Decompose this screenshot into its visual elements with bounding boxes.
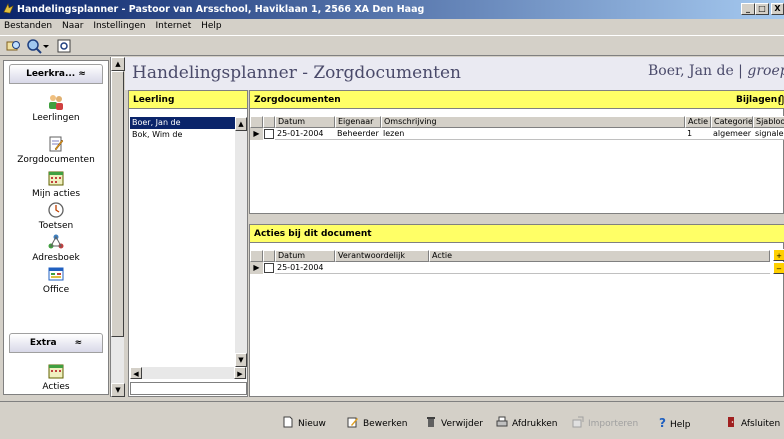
col-sjabloon[interactable]: Sjabloon <box>753 116 784 128</box>
page-title: Handelingsplanner - Zorgdocumenten <box>132 63 461 83</box>
door-exit-icon <box>728 417 734 427</box>
new-document-icon <box>283 416 293 428</box>
paperclip-icon[interactable] <box>777 95 784 105</box>
menu-naar[interactable]: Naar <box>62 21 83 31</box>
actie-omschrijving[interactable] <box>429 262 770 274</box>
col-categorie[interactable]: Categorie <box>711 116 753 128</box>
toolbar <box>0 35 784 56</box>
col-datum[interactable]: Datum <box>275 116 335 128</box>
report-icon[interactable] <box>56 38 72 54</box>
leerling-header: Leerling <box>129 91 247 109</box>
nav-office[interactable]: Office <box>4 265 108 295</box>
leerling-search-input[interactable] <box>130 382 247 395</box>
add-action-button[interactable]: + <box>773 249 784 261</box>
row-checkbox[interactable] <box>264 129 274 139</box>
scroll-down-button[interactable]: ▼ <box>111 383 125 397</box>
menu-help[interactable]: Help <box>201 21 222 31</box>
acties-pane: Acties bij dit document Datum Verantwoor… <box>249 224 784 397</box>
zorg-categorie[interactable]: algemeer <box>711 128 753 140</box>
navigation-scrollbar[interactable]: ▲ ▼ <box>110 57 125 397</box>
edit-button[interactable]: Bewerken <box>347 416 407 430</box>
nav-adresboek[interactable]: Adresboek <box>4 233 108 263</box>
title-bar: Handelingsplanner - Pastoor van Arsschoo… <box>0 0 784 19</box>
maximize-button[interactable]: □ <box>755 3 769 15</box>
leerling-pane: Leerling Boer, Jan de Bok, Wim de ▲ ▼ ◀ … <box>128 90 248 397</box>
scroll-up-button[interactable]: ▲ <box>111 57 125 71</box>
group-extra-header[interactable]: Extra ≈ <box>9 333 103 353</box>
edit-icon <box>347 417 358 428</box>
row-indicator: ▶ <box>250 262 263 274</box>
office-icon <box>48 267 64 281</box>
col-omschrijving[interactable]: Omschrijving <box>381 116 685 128</box>
acties-header: Acties bij dit document <box>250 225 784 243</box>
delete-button[interactable]: Verwijder <box>425 416 483 430</box>
page-header: Handelingsplanner - Zorgdocumenten Boer,… <box>125 57 784 90</box>
help-button[interactable]: ? Help <box>659 416 691 430</box>
navigation-pane: Leerkra... ≈ Leerlingen Zorgdocumenten M… <box>3 60 109 395</box>
import-button[interactable]: Importeren <box>572 416 638 430</box>
nav-leerlingen[interactable]: Leerlingen <box>4 93 108 123</box>
help-icon: ? <box>659 416 666 430</box>
col-verantwoordelijk[interactable]: Verantwoordelijk <box>335 250 429 262</box>
users-icon <box>49 95 63 110</box>
group-leerkracht-header[interactable]: Leerkra... ≈ <box>9 64 103 84</box>
document-edit-icon <box>49 136 64 152</box>
leerling-row[interactable]: Boer, Jan de <box>130 117 236 129</box>
button-bar: Nieuw Bewerken Verwijder Afdrukken Impor… <box>0 401 784 439</box>
row-checkbox[interactable] <box>264 263 274 273</box>
nav-acties[interactable]: Acties <box>4 362 108 392</box>
col-actie[interactable]: Actie <box>685 116 711 128</box>
actie-datum[interactable]: 25-01-2004 <box>275 262 335 274</box>
calendar-icon <box>48 171 64 186</box>
zorg-eigenaar[interactable]: Beheerder <box>335 128 381 140</box>
close-app-button[interactable]: Afsluiten <box>725 416 780 430</box>
nav-mijn-acties[interactable]: Mijn acties <box>4 169 108 199</box>
nav-toetsen[interactable]: Toetsen <box>4 201 108 231</box>
menu-bestanden[interactable]: Bestanden <box>4 21 52 31</box>
minimize-button[interactable]: _ <box>741 3 755 15</box>
clock-icon <box>48 202 64 218</box>
trash-icon <box>427 417 435 427</box>
search-icon[interactable] <box>6 38 22 54</box>
menu-bar: Bestanden Naar Instellingen Internet Hel… <box>0 19 784 34</box>
scroll-thumb[interactable] <box>111 71 124 337</box>
new-button[interactable]: Nieuw <box>282 416 326 430</box>
app-icon <box>3 3 14 14</box>
nav-zorgdocumenten[interactable]: Zorgdocumenten <box>4 135 108 165</box>
zorgdocumenten-header: Zorgdocumenten Bijlagen <box>250 91 784 109</box>
leerling-row[interactable]: Bok, Wim de <box>130 129 236 141</box>
zorg-omschrijving[interactable]: lezen <box>381 128 685 140</box>
menu-instellingen[interactable]: Instellingen <box>93 21 145 31</box>
window-title: Handelingsplanner - Pastoor van Arsschoo… <box>17 4 425 15</box>
zorg-actie[interactable]: 1 <box>685 128 711 140</box>
col-eigenaar[interactable]: Eigenaar <box>335 116 381 128</box>
print-button[interactable]: Afdrukken <box>496 416 557 430</box>
close-button[interactable]: X <box>771 3 784 15</box>
calendar-icon <box>48 364 64 379</box>
leerling-scrollbar[interactable]: ▲ ▼ <box>235 117 247 367</box>
zorgdocumenten-pane: Zorgdocumenten Bijlagen Datum Eigenaar Om… <box>249 90 784 214</box>
current-student: Boer, Jan de | groep 7 <box>648 63 784 79</box>
leerling-hscrollbar[interactable]: ◀ ▶ <box>130 367 247 379</box>
zorg-sjabloon[interactable]: signalering <box>753 128 784 140</box>
printer-icon <box>496 416 508 427</box>
col-datum[interactable]: Datum <box>275 250 335 262</box>
import-icon <box>572 416 584 428</box>
network-icon <box>48 234 64 249</box>
bijlagen-label[interactable]: Bijlagen <box>736 91 777 109</box>
zorg-datum[interactable]: 25-01-2004 <box>275 128 335 140</box>
menu-internet[interactable]: Internet <box>155 21 191 31</box>
find-icon[interactable] <box>26 38 42 54</box>
chevron-down-icon[interactable] <box>42 38 50 54</box>
remove-action-button[interactable]: − <box>773 262 784 274</box>
actie-verantwoordelijk[interactable] <box>335 262 429 274</box>
col-actie[interactable]: Actie <box>429 250 770 262</box>
row-indicator: ▶ <box>250 128 263 140</box>
